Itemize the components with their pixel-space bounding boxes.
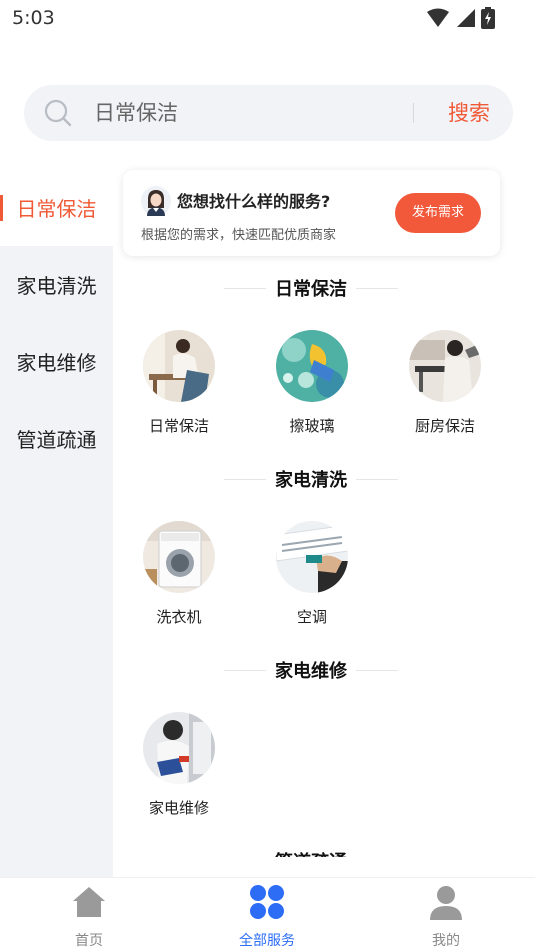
- promo-title: 您想找什么样的服务?: [177, 192, 331, 211]
- service-daily-cleaning[interactable]: 日常保洁: [124, 330, 234, 440]
- window-cleaning-image: [276, 330, 348, 402]
- search-divider: [413, 103, 414, 123]
- section-title-pipe-unclogging: 管道疏通: [226, 848, 396, 857]
- service-label: 空调: [296, 608, 327, 626]
- service-label: 洗衣机: [156, 608, 202, 626]
- search-input[interactable]: [94, 99, 404, 127]
- service-kitchen-cleaning[interactable]: 厨房保洁: [390, 330, 500, 440]
- nav-mine[interactable]: 我的: [386, 884, 506, 949]
- grid-icon: [250, 885, 284, 919]
- home-icon: [73, 887, 105, 917]
- search-bar: 搜索: [24, 85, 513, 141]
- service-label: 擦玻璃: [289, 417, 335, 435]
- service-air-conditioner[interactable]: 空调: [257, 521, 367, 631]
- service-label: 日常保洁: [148, 417, 209, 435]
- air-conditioner-image: [276, 521, 348, 593]
- service-label: 家电维修: [148, 799, 209, 817]
- search-icon: [44, 99, 72, 127]
- status-bar: 5:03: [0, 0, 535, 38]
- person-icon: [430, 886, 462, 920]
- daily-cleaning-image: [143, 330, 215, 402]
- service-label: 厨房保洁: [414, 417, 475, 435]
- bottom-nav: 首页 全部服务 我的: [0, 877, 535, 951]
- post-request-button[interactable]: 发布需求: [395, 193, 481, 233]
- sidebar-item-appliance-cleaning[interactable]: 家电清洗: [0, 246, 113, 323]
- appliance-repair-image: [143, 712, 215, 784]
- service-appliance-repair[interactable]: 家电维修: [124, 712, 234, 822]
- category-sidebar: 日常保洁 家电清洗 家电维修 管道疏通: [0, 169, 113, 877]
- nav-all-services[interactable]: 全部服务: [207, 884, 327, 949]
- nav-label-mine: 我的: [432, 933, 460, 949]
- status-time: 5:03: [12, 7, 55, 29]
- wifi-icon: [427, 8, 449, 27]
- washing-machine-image: [143, 521, 215, 593]
- search-button[interactable]: 搜索: [434, 97, 504, 129]
- service-washing-machine[interactable]: 洗衣机: [124, 521, 234, 631]
- service-content: 您想找什么样的服务? 根据您的需求，快速匹配优质商家 发布需求 日常保洁 日常保…: [113, 160, 535, 857]
- sidebar-item-pipe-unclogging[interactable]: 管道疏通: [0, 400, 113, 477]
- promo-card: 您想找什么样的服务? 根据您的需求，快速匹配优质商家 发布需求: [123, 170, 500, 256]
- battery-icon: [481, 7, 495, 29]
- signal-icon: [457, 9, 475, 27]
- section-title-appliance-cleaning: 家电清洗: [224, 466, 398, 492]
- nav-home[interactable]: 首页: [29, 884, 149, 949]
- sidebar-item-daily-cleaning[interactable]: 日常保洁: [0, 169, 113, 246]
- promo-subtitle: 根据您的需求，快速匹配优质商家: [141, 228, 337, 243]
- nav-label-home: 首页: [75, 933, 103, 949]
- sidebar-item-appliance-repair[interactable]: 家电维修: [0, 323, 113, 400]
- kitchen-cleaning-image: [409, 330, 481, 402]
- service-window-cleaning[interactable]: 擦玻璃: [257, 330, 367, 440]
- status-icons: [427, 7, 495, 29]
- customer-service-avatar-icon: [141, 186, 171, 216]
- section-title-appliance-repair: 家电维修: [224, 657, 398, 683]
- nav-label-all-services: 全部服务: [239, 933, 295, 949]
- section-title-daily-cleaning: 日常保洁: [224, 275, 398, 301]
